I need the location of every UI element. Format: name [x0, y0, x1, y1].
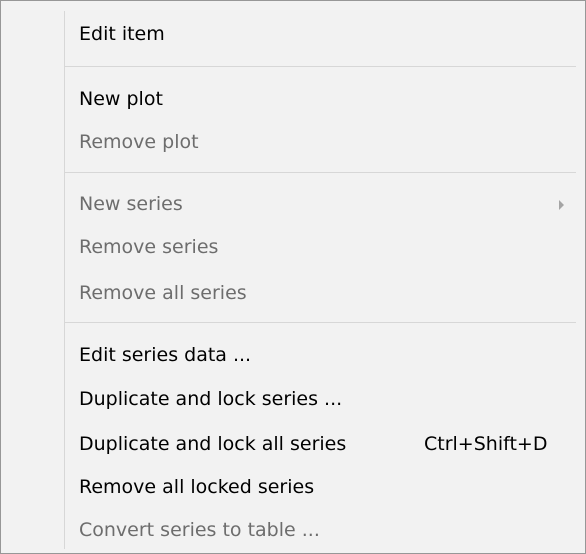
menu-item-new-plot[interactable]: New plot	[65, 80, 585, 118]
menu-item-label: New series	[79, 193, 183, 215]
menu-item-edit-series-data[interactable]: Edit series data ...	[65, 336, 585, 374]
menu-item-shortcut: Ctrl+Shift+D	[424, 433, 548, 455]
menu-separator	[65, 66, 576, 67]
menu-item-remove-all-locked-series[interactable]: Remove all locked series	[65, 468, 585, 506]
menu-item-duplicate-and-lock-series[interactable]: Duplicate and lock series ...	[65, 380, 585, 418]
menu-item-label: Edit item	[79, 23, 165, 45]
menu-item-label: Remove plot	[79, 131, 199, 153]
context-menu: Edit item New plot Remove plot New serie…	[0, 0, 586, 554]
menu-item-remove-all-series[interactable]: Remove all series	[65, 274, 585, 312]
menu-item-label: Remove series	[79, 236, 219, 258]
menu-item-label: Edit series data ...	[79, 344, 252, 366]
menu-separator	[65, 172, 576, 173]
menu-item-label: Duplicate and lock series ...	[79, 388, 343, 410]
menu-item-label: Duplicate and lock all series	[79, 433, 347, 455]
submenu-arrow-icon	[559, 200, 564, 210]
menu-item-new-series[interactable]: New series	[65, 185, 585, 223]
menu-item-label: New plot	[79, 88, 163, 110]
menu-separator	[65, 322, 576, 323]
menu-item-label: Convert series to table ...	[79, 519, 320, 541]
menu-item-remove-plot[interactable]: Remove plot	[65, 123, 585, 161]
menu-item-label: Remove all series	[79, 282, 247, 304]
menu-item-edit-item[interactable]: Edit item	[65, 15, 585, 53]
menu-item-label: Remove all locked series	[79, 476, 315, 498]
menu-item-duplicate-and-lock-all-series[interactable]: Duplicate and lock all series Ctrl+Shift…	[65, 425, 585, 463]
menu-item-convert-series-to-table[interactable]: Convert series to table ...	[65, 511, 585, 549]
menu-item-remove-series[interactable]: Remove series	[65, 228, 585, 266]
